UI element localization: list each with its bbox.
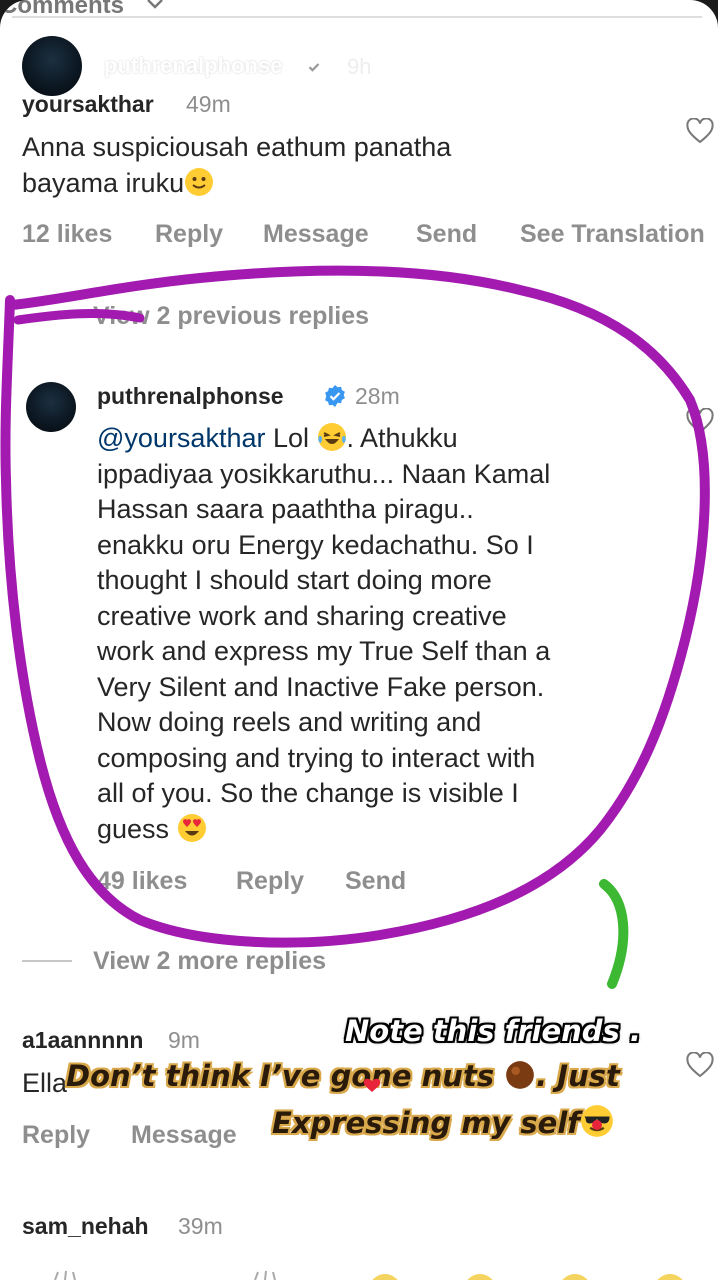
overlay-text-line-2a: Don’t think I’ve gone nuts (66, 1059, 505, 1093)
overlay-text-line-3-text: Expressing my self (272, 1106, 580, 1140)
red-dot-decor (592, 1120, 602, 1130)
overlay-text-line-2b: . Just (536, 1059, 620, 1093)
heart-sticker-fragment (363, 1078, 381, 1092)
coconut-emoji-icon (506, 1061, 535, 1089)
green-stroke-annotation (599, 879, 629, 989)
overlay-text-line-1: Note this friends . (345, 1014, 641, 1048)
overlay-text-line-3: Expressing my self (272, 1104, 614, 1140)
story-screen: Comments puthrenalphonse 9h yoursakthar … (0, 0, 718, 1280)
heart-sticker-icon (363, 1078, 381, 1092)
overlay-text-line-2: Don’t think I’ve gone nuts . Just (66, 1059, 620, 1093)
